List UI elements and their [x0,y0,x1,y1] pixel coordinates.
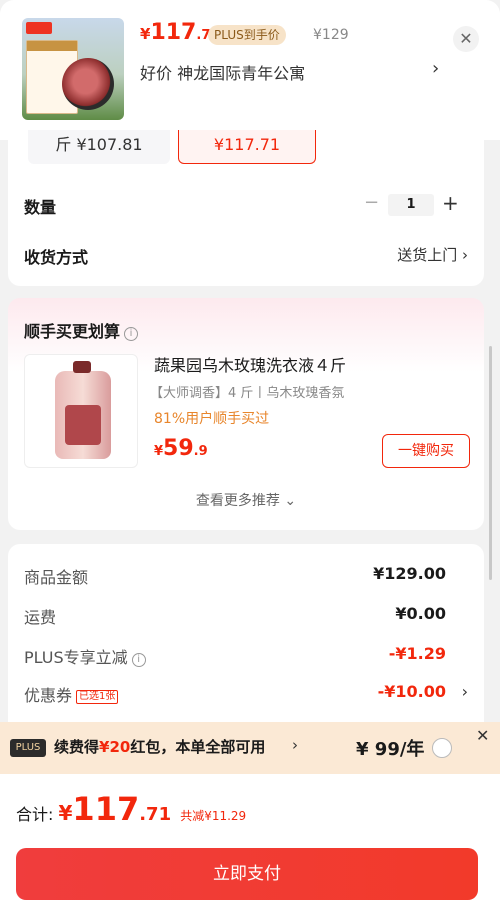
pay-now-button[interactable]: 立即支付 [16,848,478,900]
summary-row-plus-discount: PLUS专享立减 i -¥1.29 [8,644,484,668]
checkout-footer: 合计: ¥117.71 共减¥11.29 立即支付 [0,774,500,916]
brand-logo-icon [26,22,52,34]
more-recommendations-link[interactable]: 查看更多推荐 ⌄ [8,490,484,510]
summary-value: ¥129.00 [373,564,446,583]
product-header: ¥117.71 PLUS到手价 ¥129 好价 神龙国际青年公寓 › ✕ [0,0,500,140]
summary-value: ¥0.00 [395,604,446,623]
close-button[interactable]: ✕ [453,26,479,52]
summary-label: PLUS专享立减 i [24,644,146,668]
scrollbar[interactable] [489,346,492,580]
meat-image [62,58,114,110]
plus-select-radio[interactable] [432,738,452,758]
summary-value: -¥1.29 [388,644,446,663]
summary-label: 优惠券 已选1张 [24,682,119,706]
plus-renewal-bar[interactable]: PLUS 续费得¥20红包，本单全部可用 › ¥ 99/年 ✕ [0,722,500,774]
product-thumbnail [22,18,124,120]
chevron-right-icon[interactable]: › [292,736,298,754]
quantity-minus-button[interactable]: − [364,192,379,213]
recommended-product-subtitle: 【大师调香】4 斤丨乌木玫瑰香氛 [150,386,345,401]
plus-renewal-text: 续费得¥20红包，本单全部可用 [54,738,266,756]
options-card: 斤 ¥107.81 ¥117.71 数量 − 1 + 收货方式 送货上门 › [8,120,484,286]
summary-value: -¥10.00 [377,682,446,701]
quantity-label: 数量 [24,198,57,217]
price-summary-card: 商品金额 ¥129.00 运费 ¥0.00 PLUS专享立减 i -¥1.29 优… [8,544,484,744]
chevron-right-icon: › [462,246,468,264]
close-icon[interactable]: ✕ [476,726,489,745]
spec-option-selected[interactable]: ¥117.71 [178,130,316,164]
summary-label: 商品金额 [24,568,89,587]
summary-row-coupon[interactable]: 优惠券 已选1张 -¥10.00 › [8,682,484,706]
recommended-product-name[interactable]: 蔬果园乌木玫瑰洗衣液４斤 [154,352,346,376]
recommendation-card: 顺手买更划算 i 蔬果园乌木玫瑰洗衣液４斤 【大师调香】4 斤丨乌木玫瑰香氛 81… [8,298,484,530]
chevron-right-icon[interactable]: › [432,58,439,79]
quantity-input[interactable]: 1 [388,194,434,216]
summary-row-goods: 商品金额 ¥129.00 [8,564,484,588]
coupon-selected-badge: 已选1张 [76,690,119,704]
summary-label: 运费 [24,608,57,627]
original-price: ¥129 [313,27,349,43]
chevron-right-icon[interactable]: › [462,682,468,701]
total-amount: 合计: ¥117.71 共减¥11.29 [16,790,247,828]
one-click-buy-button[interactable]: 一键购买 [382,434,470,468]
delivery-method-value: 送货上门 [397,246,458,264]
recommended-product-price: ¥59.9 [154,436,208,461]
delivery-address[interactable]: 好价 神龙国际青年公寓 [140,60,305,84]
info-icon[interactable]: i [124,327,139,341]
quantity-plus-button[interactable]: + [442,191,459,215]
recommendation-title: 顺手买更划算 i [24,318,139,342]
info-icon[interactable]: i [131,653,146,667]
recommended-product-image[interactable] [24,354,138,468]
total-saved: 共减¥11.29 [180,809,247,823]
social-proof-text: 81%用户顺手买过 [154,411,270,427]
detergent-bottle-image [55,361,111,459]
summary-row-shipping: 运费 ¥0.00 [8,604,484,628]
plus-badge: PLUS [10,739,46,757]
plus-price-tag: PLUS到手价 [208,25,286,45]
delivery-method-selector[interactable]: 送货上门 › [397,244,468,265]
plus-annual-price: ¥ 99/年 [356,739,425,760]
delivery-method-label: 收货方式 [24,248,89,267]
spec-option[interactable]: 斤 ¥107.81 [28,130,170,164]
